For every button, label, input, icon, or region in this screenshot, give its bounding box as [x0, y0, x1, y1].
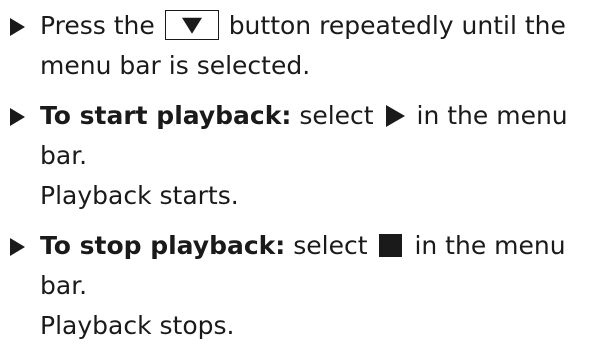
step-text: in the menu [414, 231, 566, 260]
down-arrow-button-icon [164, 10, 219, 40]
step-text: in the menu [416, 101, 568, 130]
step-heading: To stop playback: [40, 231, 286, 260]
bullet-arrow-icon [10, 18, 25, 36]
instruction-page: Press the button repeatedly until the me… [0, 0, 616, 340]
step-stop-playback: To stop playback: select in the menu bar… [6, 226, 610, 346]
step-line: Press the button repeatedly until the [40, 6, 610, 46]
step-result: Playback starts. [40, 181, 239, 210]
step-result: Playback stops. [40, 311, 235, 340]
step-continuation: menu bar is selected. [40, 51, 311, 80]
step-text: button repeatedly until the [228, 11, 566, 40]
bullet-arrow-icon [10, 238, 25, 256]
step-start-playback: To start playback: select in the menu ba… [6, 96, 610, 216]
step-continuation: bar. [40, 271, 88, 300]
step-heading: To start playback: [40, 101, 292, 130]
step-text: Press the [40, 11, 155, 40]
step-continuation: bar. [40, 141, 88, 170]
step-line: To start playback: select in the menu [40, 96, 610, 136]
step-select-menu-bar: Press the button repeatedly until the me… [6, 6, 610, 86]
step-line: To stop playback: select in the menu [40, 226, 610, 266]
step-text: select [293, 231, 368, 260]
play-icon [385, 105, 405, 127]
step-text: select [299, 101, 374, 130]
bullet-arrow-icon [10, 108, 25, 126]
stop-icon [379, 234, 403, 257]
